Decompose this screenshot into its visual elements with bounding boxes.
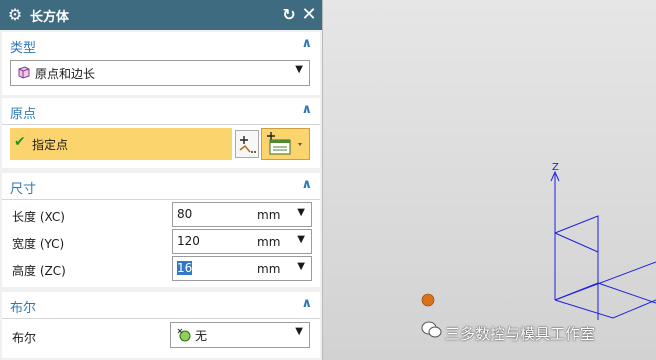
chevron-up-icon[interactable]: ∧ — [301, 36, 312, 51]
width-value: 120 — [177, 234, 200, 248]
dropdown-arrow-icon: ▼ — [295, 326, 303, 337]
height-input[interactable]: 16 mm ▼ — [172, 256, 312, 281]
section-divider — [2, 199, 320, 200]
reset-icon[interactable]: ↻ — [280, 4, 298, 26]
chevron-up-icon[interactable]: ∧ — [301, 177, 312, 192]
point-constructor-icon — [239, 136, 256, 153]
height-value-selection: 16 — [177, 261, 193, 275]
inferred-point-icon — [267, 132, 302, 155]
section-divider — [2, 124, 320, 125]
dropdown-arrow-icon[interactable]: ▼ — [297, 261, 305, 272]
viewport-canvas: Z — [421, 162, 656, 320]
height-label: 高度 (ZC) — [12, 264, 66, 278]
box-dialog: ⚙ 长方体 ↻ ✕ 类型 ∧ 原点和边长 ▼ 原点 ∧ ✔ 指定点 尺寸 ∧ 长… — [0, 0, 323, 360]
chevron-up-icon[interactable]: ∧ — [301, 102, 312, 117]
z-axis-label: Z — [552, 162, 559, 173]
section-divider — [2, 318, 320, 319]
boolean-section-header[interactable]: 布尔 ∧ — [2, 292, 320, 319]
gear-icon[interactable]: ⚙ — [5, 4, 25, 26]
boolean-dropdown-value: 无 — [195, 329, 208, 343]
boolean-section-label: 布尔 — [10, 301, 37, 316]
dialog-title: 长方体 — [30, 10, 70, 25]
type-section-header[interactable]: 类型 ∧ — [2, 32, 320, 59]
watermark-text: 三多数控与模具工作室 — [445, 325, 596, 343]
dropdown-arrow-icon: ▼ — [295, 64, 303, 75]
boolean-row-label: 布尔 — [12, 331, 37, 345]
xy-plane — [554, 299, 656, 319]
point-dialog-button[interactable] — [235, 130, 259, 158]
chevron-up-icon[interactable]: ∧ — [301, 296, 312, 311]
boolean-none-icon — [177, 328, 191, 342]
dimensions-section-header[interactable]: 尺寸 ∧ — [2, 173, 320, 200]
dropdown-arrow-icon[interactable]: ▼ — [297, 234, 305, 245]
cube-icon — [18, 66, 30, 79]
length-value: 80 — [177, 207, 193, 221]
height-unit: mm — [257, 262, 281, 276]
yz-plane — [554, 215, 599, 301]
type-section: 类型 ∧ 原点和边长 ▼ — [2, 32, 320, 95]
y-axis-line — [554, 261, 656, 301]
checkmark-icon: ✔ — [14, 134, 26, 150]
width-label: 宽度 (YC) — [12, 237, 65, 251]
dimensions-section-label: 尺寸 — [10, 182, 37, 197]
boolean-section: 布尔 ∧ 布尔 无 ▼ — [2, 292, 320, 358]
inferred-point-button[interactable] — [261, 128, 310, 160]
origin-section-label: 原点 — [10, 107, 37, 122]
dropdown-arrow-icon[interactable]: ▼ — [297, 207, 305, 218]
dialog-titlebar: ⚙ 长方体 ↻ ✕ — [0, 0, 322, 30]
wechat-icon — [421, 321, 442, 338]
dimensions-section: 尺寸 ∧ 长度 (XC) 80 mm ▼ 宽度 (YC) 120 mm ▼ 高度… — [2, 173, 320, 287]
specify-point-row[interactable]: ✔ 指定点 — [10, 128, 232, 160]
length-label: 长度 (XC) — [12, 210, 65, 224]
plane-edge — [554, 232, 599, 253]
type-dropdown[interactable]: 原点和边长 ▼ — [10, 60, 310, 86]
boolean-dropdown[interactable]: 无 ▼ — [170, 322, 310, 348]
type-dropdown-value: 原点和边长 — [35, 67, 96, 81]
origin-section: 原点 ∧ ✔ 指定点 — [2, 98, 320, 168]
triad-wcs — [550, 170, 656, 320]
specify-point-label: 指定点 — [32, 138, 69, 152]
length-unit: mm — [257, 208, 281, 222]
length-input[interactable]: 80 mm ▼ — [172, 202, 312, 227]
graphics-viewport[interactable]: Z 三多数控与模具工作室 — [323, 0, 656, 360]
width-unit: mm — [257, 235, 281, 249]
origin-section-header[interactable]: 原点 ∧ — [2, 98, 320, 125]
x-axis-line — [597, 282, 656, 304]
type-section-label: 类型 — [10, 41, 37, 56]
origin-ball — [421, 293, 435, 307]
height-value: 16 — [177, 261, 193, 275]
width-input[interactable]: 120 mm ▼ — [172, 229, 312, 254]
close-icon[interactable]: ✕ — [299, 4, 319, 26]
